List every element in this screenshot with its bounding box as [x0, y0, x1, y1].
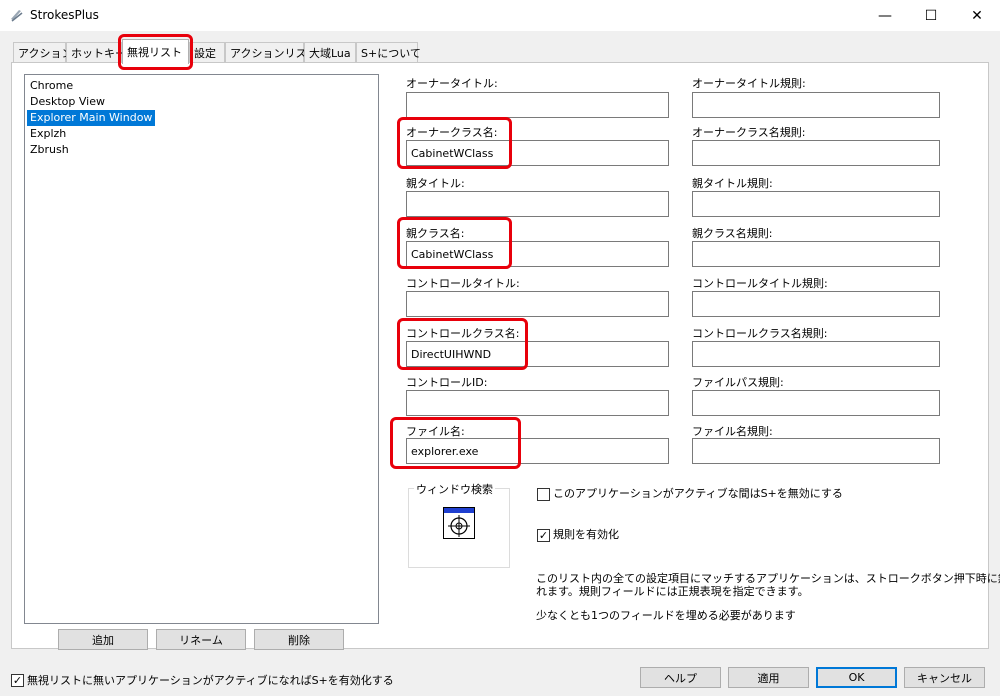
parent-title-label: 親タイトル:	[406, 177, 465, 190]
disable-when-active-label: このアプリケーションがアクティブな間はS+を無効にする	[553, 487, 843, 500]
owner-class-label: オーナークラス名:	[406, 126, 498, 139]
description-line-1: このリスト内の全ての設定項目にマッチするアプリケーションは、ストロークボタン押下…	[536, 572, 1000, 585]
disable-when-active-checkbox[interactable]	[537, 488, 550, 501]
window-finder-label: ウィンドウ検索	[414, 481, 495, 497]
enable-not-listed-label: 無視リストに無いアプリケーションがアクティブになればS+を有効化する	[27, 674, 394, 687]
tab-settings[interactable]: 設定	[189, 42, 225, 62]
control-class-regex-field[interactable]	[692, 341, 940, 367]
delete-button[interactable]: 削除	[254, 629, 344, 650]
parent-title-regex-field[interactable]	[692, 191, 940, 217]
tab-global-lua[interactable]: 大域Lua	[304, 42, 356, 62]
tab-about[interactable]: S+について	[356, 42, 421, 62]
owner-class-regex-field[interactable]	[692, 140, 940, 166]
add-button[interactable]: 追加	[58, 629, 148, 650]
control-class-regex-label: コントロールクラス名規則:	[692, 327, 828, 340]
maximize-icon: ☐	[924, 7, 938, 24]
strokesplus-app-icon	[11, 10, 23, 22]
minimize-button[interactable]: —	[862, 0, 908, 31]
parent-class-regex-field[interactable]	[692, 241, 940, 267]
tab-action-list[interactable]: アクションリスト	[225, 42, 317, 62]
list-item-selected[interactable]: Explorer Main Window	[27, 110, 156, 126]
parent-class-field[interactable]: CabinetWClass	[406, 241, 669, 267]
control-class-field[interactable]: DirectUIHWND	[406, 341, 669, 367]
control-title-regex-field[interactable]	[692, 291, 940, 317]
title-bar	[0, 0, 1000, 31]
parent-class-regex-label: 親クラス名規則:	[692, 227, 773, 240]
tab-actions[interactable]: アクション	[13, 42, 72, 62]
minimize-icon: —	[878, 7, 892, 24]
file-name-label: ファイル名:	[406, 425, 465, 438]
owner-class-field[interactable]: CabinetWClass	[406, 140, 669, 166]
ok-button[interactable]: OK	[816, 667, 897, 688]
owner-title-label: オーナータイトル:	[406, 77, 498, 90]
file-path-regex-label: ファイルパス規則:	[692, 376, 784, 389]
help-button[interactable]: ヘルプ	[640, 667, 721, 688]
list-item[interactable]: Zbrush	[27, 142, 376, 158]
window-title: StrokesPlus	[30, 8, 99, 22]
control-title-field[interactable]	[406, 291, 669, 317]
control-class-label: コントロールクラス名:	[406, 327, 520, 340]
maximize-button[interactable]: ☐	[908, 0, 954, 31]
control-id-label: コントロールID:	[406, 376, 488, 389]
rename-button[interactable]: リネーム	[156, 629, 246, 650]
description-line-3: 少なくとも1つのフィールドを埋める必要があります	[536, 609, 796, 622]
file-name-regex-label: ファイル名規則:	[692, 425, 773, 438]
description-line-2: れます。規則フィールドには正規表現を指定できます。	[536, 585, 809, 598]
checkmark-icon: ✓	[12, 674, 23, 687]
parent-title-regex-label: 親タイトル規則:	[692, 177, 773, 190]
list-item[interactable]: Chrome	[27, 78, 376, 94]
tab-hotkeys[interactable]: ホットキー	[66, 42, 126, 62]
file-name-field[interactable]: explorer.exe	[406, 438, 669, 464]
parent-class-label: 親クラス名:	[406, 227, 465, 240]
close-icon: ✕	[971, 7, 983, 24]
checkmark-icon: ✓	[538, 529, 549, 542]
control-title-label: コントロールタイトル:	[406, 277, 520, 290]
file-path-regex-field[interactable]	[692, 390, 940, 416]
control-id-field[interactable]	[406, 390, 669, 416]
control-title-regex-label: コントロールタイトル規則:	[692, 277, 828, 290]
enable-not-listed-checkbox[interactable]: ✓	[11, 674, 24, 687]
cancel-button[interactable]: キャンセル	[904, 667, 985, 688]
crosshair-finder-icon[interactable]	[443, 507, 475, 539]
owner-title-regex-label: オーナータイトル規則:	[692, 77, 806, 90]
owner-title-regex-field[interactable]	[692, 92, 940, 118]
close-button[interactable]: ✕	[954, 0, 1000, 31]
enable-regex-label: 規則を有効化	[553, 528, 619, 541]
owner-title-field[interactable]	[406, 92, 669, 118]
tab-ignore-list[interactable]: 無視リスト	[122, 39, 189, 64]
ignore-app-list[interactable]: Chrome Desktop View Explorer Main Window…	[24, 74, 379, 624]
parent-title-field[interactable]	[406, 191, 669, 217]
file-name-regex-field[interactable]	[692, 438, 940, 464]
list-item[interactable]: Explzh	[27, 126, 376, 142]
enable-regex-checkbox[interactable]: ✓	[537, 529, 550, 542]
list-item[interactable]: Desktop View	[27, 94, 376, 110]
apply-button[interactable]: 適用	[728, 667, 809, 688]
owner-class-regex-label: オーナークラス名規則:	[692, 126, 806, 139]
